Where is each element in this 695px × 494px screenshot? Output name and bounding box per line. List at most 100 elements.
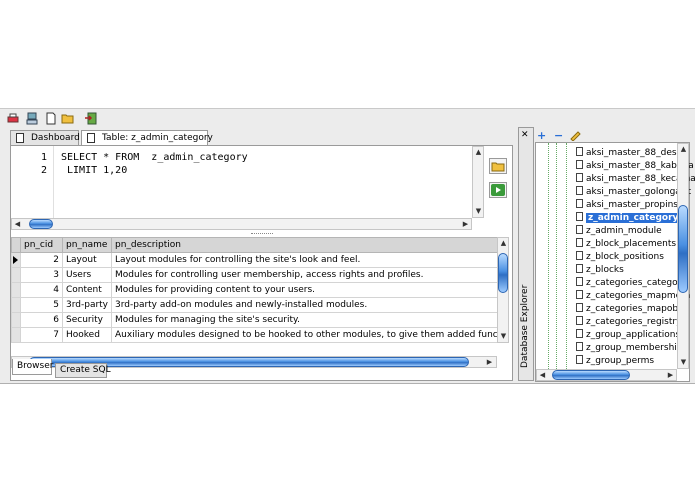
tree-item-table-selected[interactable]: z_admin_category — [576, 212, 681, 225]
tree-item-table[interactable]: z_categories_registry — [576, 316, 681, 329]
scroll-up-arrow-icon[interactable]: ▲ — [498, 238, 509, 249]
tree-item-table[interactable]: z_block_placements — [576, 238, 676, 251]
tree-item-table[interactable]: z_categories_category — [576, 277, 687, 290]
tree-vertical-scrollbar[interactable]: ▲ ▼ — [677, 143, 689, 369]
table-cell[interactable]: Content — [62, 282, 112, 298]
line-number: 1 — [40, 152, 47, 163]
document-icon — [87, 133, 95, 143]
scroll-up-arrow-icon[interactable]: ▲ — [473, 147, 484, 158]
table-cell[interactable]: Modules for controlling user membership,… — [111, 267, 497, 283]
scroll-down-arrow-icon[interactable]: ▼ — [498, 331, 509, 342]
table-cell[interactable]: Modules for managing the site's security… — [111, 312, 497, 328]
scroll-thumb[interactable] — [552, 370, 630, 380]
table-cell[interactable]: 7 — [20, 327, 63, 343]
play-icon — [491, 184, 505, 196]
tree-horizontal-scrollbar[interactable]: ◀ ▶ — [536, 369, 677, 381]
sql-line: LIMIT 1,20 — [61, 165, 128, 176]
editor-vertical-scrollbar[interactable]: ▲ ▼ — [472, 146, 484, 218]
table-cell[interactable]: 4 — [20, 282, 63, 298]
scroll-thumb[interactable] — [678, 205, 688, 293]
remove-icon[interactable]: − — [554, 129, 563, 142]
tab-dashboard[interactable]: Dashboard — [10, 130, 80, 145]
row-header[interactable] — [11, 297, 21, 313]
new-file-icon[interactable] — [44, 112, 58, 125]
column-header[interactable]: pn_description — [111, 237, 497, 253]
table-cell[interactable]: 6 — [20, 312, 63, 328]
tree-item-table[interactable]: aksi_master_propinsi — [576, 199, 680, 212]
main-panel: 1 2 SELECT * FROM z_admin_category LIMIT… — [10, 145, 513, 381]
table-row[interactable]: 5 3rd-party 3rd-party add-on modules and… — [11, 297, 497, 313]
tree-item-table[interactable]: z_group_applications — [576, 329, 680, 342]
tree-item-table[interactable]: aksi_master_golonganc — [576, 186, 691, 199]
open-query-button[interactable] — [489, 158, 507, 174]
row-header[interactable] — [11, 282, 21, 298]
tab-table-z-admin-category[interactable]: Table: z_admin_category — [81, 130, 213, 145]
add-icon[interactable]: + — [537, 129, 546, 142]
scroll-right-arrow-icon[interactable]: ▶ — [460, 219, 471, 230]
scroll-up-arrow-icon[interactable]: ▲ — [678, 144, 689, 155]
tree-item-table[interactable]: z_group_membership — [576, 342, 683, 355]
table-row[interactable]: 2 Layout Layout modules for controlling … — [11, 252, 497, 268]
tree-item-table[interactable]: z_categories_mapobj — [576, 303, 681, 316]
print-icon[interactable] — [6, 112, 20, 125]
editor-horizontal-scrollbar[interactable]: ◀ ▶ — [11, 218, 472, 230]
table-icon — [576, 264, 583, 273]
splitter-handle[interactable] — [251, 233, 273, 236]
table-cell[interactable]: Hooked — [62, 327, 112, 343]
tab-create-sql[interactable]: Create SQL — [55, 363, 111, 378]
row-header[interactable] — [11, 312, 21, 328]
table-cell[interactable]: Users — [62, 267, 112, 283]
table-icon — [576, 160, 583, 169]
table-row[interactable]: 6 Security Modules for managing the site… — [11, 312, 497, 328]
current-row-indicator[interactable] — [11, 252, 21, 268]
tree-item-table[interactable]: z_block_positions — [576, 251, 664, 264]
tree-item-table[interactable]: z_blocks — [576, 264, 624, 277]
table-row[interactable]: 7 Hooked Auxiliary modules designed to b… — [11, 327, 497, 343]
connect-icon[interactable] — [25, 112, 39, 125]
table-cell[interactable]: 3rd-party add-on modules and newly-insta… — [111, 297, 497, 313]
table-row[interactable]: 3 Users Modules for controlling user mem… — [11, 267, 497, 283]
table-cell[interactable]: Layout modules for controlling the site'… — [111, 252, 497, 268]
row-header[interactable] — [11, 267, 21, 283]
scroll-thumb[interactable] — [29, 219, 53, 229]
tab-label: Table: z_admin_category — [102, 133, 213, 143]
tree-item-table[interactable]: z_admin_module — [576, 225, 662, 238]
tree-guide-line — [556, 143, 557, 369]
scroll-left-arrow-icon[interactable]: ◀ — [12, 219, 23, 230]
tree-item-table[interactable]: z_group_perms — [576, 355, 654, 368]
tab-label: Dashboard — [31, 133, 80, 143]
tab-browser[interactable]: Browser — [12, 359, 53, 375]
database-explorer-title: Database Explorer — [520, 284, 530, 368]
scroll-right-arrow-icon[interactable]: ▶ — [665, 370, 676, 381]
tree-item-table[interactable]: aksi_master_88_desa — [576, 147, 682, 160]
scroll-right-arrow-icon[interactable]: ▶ — [484, 357, 495, 368]
scroll-down-arrow-icon[interactable]: ▼ — [678, 357, 689, 368]
table-cell[interactable]: 3 — [20, 267, 63, 283]
table-cell[interactable]: Layout — [62, 252, 112, 268]
table-cell[interactable]: 3rd-party — [62, 297, 112, 313]
table-icon — [576, 251, 583, 260]
grid-vertical-scrollbar[interactable]: ▲ ▼ — [497, 237, 509, 343]
column-header[interactable]: pn_cid — [20, 237, 63, 253]
run-query-button[interactable] — [489, 182, 507, 198]
tree-item-table[interactable]: z_categories_mapmeta — [576, 290, 690, 303]
database-explorer-strip[interactable]: ✕ Database Explorer — [518, 127, 534, 381]
column-header[interactable]: pn_name — [62, 237, 112, 253]
scroll-left-arrow-icon[interactable]: ◀ — [537, 370, 548, 381]
scroll-down-arrow-icon[interactable]: ▼ — [473, 206, 484, 217]
table-icon — [576, 290, 583, 299]
table-icon — [576, 355, 583, 364]
close-icon[interactable]: ✕ — [521, 130, 529, 140]
row-header[interactable] — [11, 327, 21, 343]
table-cell[interactable]: 5 — [20, 297, 63, 313]
table-cell[interactable]: 2 — [20, 252, 63, 268]
table-cell[interactable]: Auxiliary modules designed to be hooked … — [111, 327, 497, 343]
exit-icon[interactable] — [84, 112, 98, 125]
table-icon — [576, 147, 583, 156]
scroll-thumb[interactable] — [498, 253, 508, 293]
table-cell[interactable]: Security — [62, 312, 112, 328]
table-cell[interactable]: Modules for providing content to your us… — [111, 282, 497, 298]
table-icon — [576, 173, 583, 182]
open-folder-icon[interactable] — [61, 112, 75, 125]
table-row[interactable]: 4 Content Modules for providing content … — [11, 282, 497, 298]
